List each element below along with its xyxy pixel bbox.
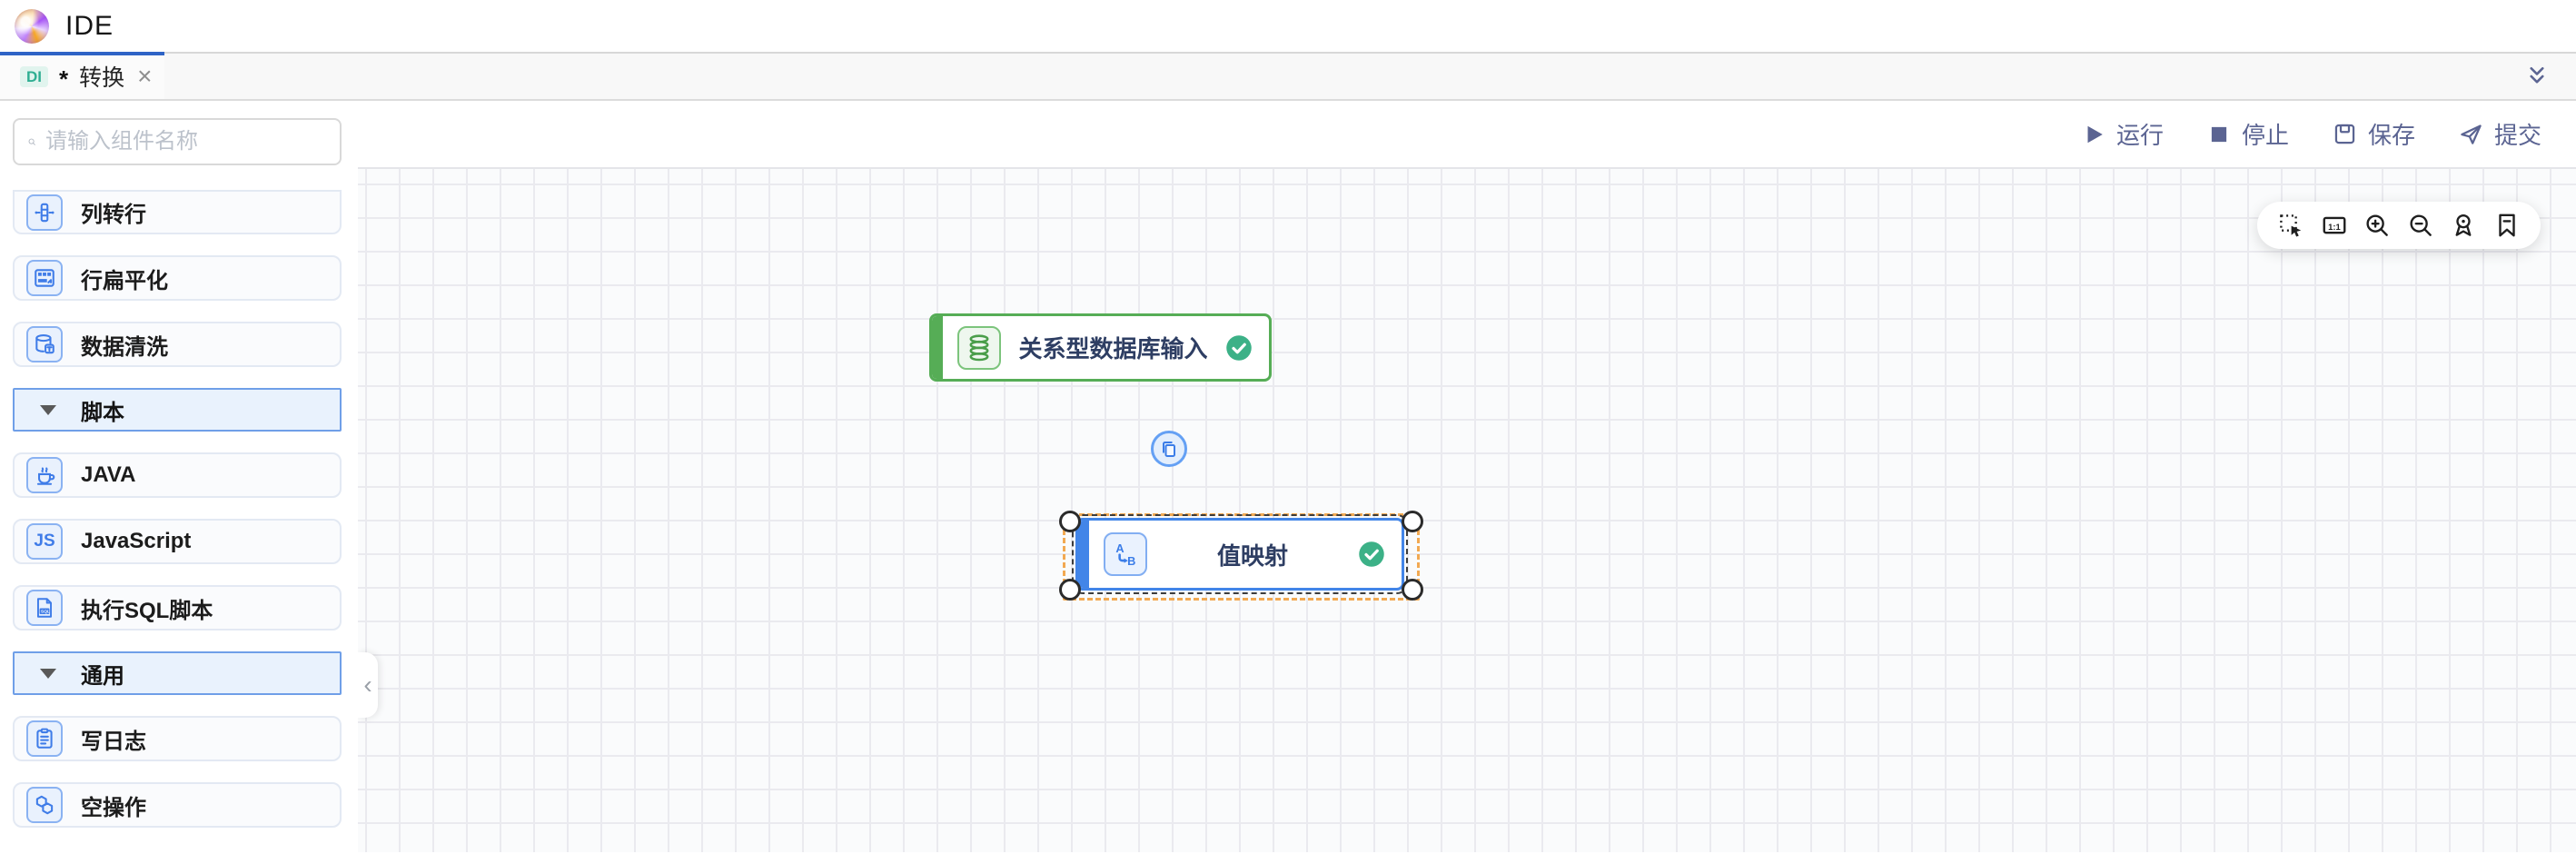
chevron-left-icon: ‹ — [363, 670, 372, 700]
component-group-general[interactable]: 通用 — [13, 651, 342, 695]
success-check-icon — [1358, 541, 1385, 568]
app-header: IDE — [0, 0, 2576, 52]
search-icon — [27, 130, 36, 154]
sidebar-collapse-handle[interactable]: ‹ — [358, 652, 378, 718]
save-icon — [2333, 122, 2357, 146]
component-item[interactable]: 空操作 — [13, 782, 342, 828]
component-group-label: 脚本 — [81, 394, 124, 426]
canvas-toolbar: 1:1 — [2257, 202, 2541, 249]
double-chevron-down-icon[interactable] — [2523, 63, 2551, 90]
component-sidebar: 列转行 行扁平化 — [0, 101, 358, 852]
component-item-label: 空操作 — [81, 789, 146, 821]
resize-handle-top-right[interactable] — [1402, 511, 1423, 532]
resize-handle-bottom-right[interactable] — [1402, 579, 1423, 601]
svg-text:A: A — [1115, 541, 1124, 555]
component-item[interactable]: 列转行 — [13, 190, 342, 234]
resize-handle-bottom-left[interactable] — [1059, 579, 1081, 601]
column-to-row-icon — [26, 194, 63, 231]
tab-type-badge: DI — [20, 66, 48, 87]
database-icon — [957, 326, 1001, 370]
action-toolbar: 运行 停止 保存 提交 — [358, 101, 2576, 169]
active-tab-indicator — [0, 52, 164, 55]
caret-down-icon — [40, 669, 56, 679]
component-group-script[interactable]: 脚本 — [13, 388, 342, 432]
stop-button[interactable]: 停止 — [2207, 117, 2289, 151]
editor-column: 运行 停止 保存 提交 — [358, 101, 2576, 852]
js-icon: JS — [26, 523, 63, 560]
resize-handle-top-left[interactable] — [1059, 511, 1081, 532]
svg-text:B: B — [1127, 554, 1135, 568]
noop-icon — [26, 787, 63, 823]
tab-transform[interactable]: DI * 转换 × — [0, 54, 164, 99]
node-value-mapping[interactable]: A B 值映射 — [1075, 518, 1404, 591]
component-item[interactable]: 数据清洗 — [13, 322, 342, 367]
component-item-label: JavaScript — [81, 529, 191, 554]
marquee-select-icon[interactable] — [2277, 212, 2304, 239]
component-item[interactable]: JS JavaScript — [13, 519, 342, 564]
node-label: 值映射 — [1147, 538, 1358, 571]
node-label: 关系型数据库输入 — [1001, 331, 1225, 364]
java-icon — [26, 457, 63, 493]
component-list: 列转行 行扁平化 — [0, 190, 358, 828]
zoom-in-icon[interactable] — [2363, 212, 2391, 239]
component-item[interactable]: 写日志 — [13, 716, 342, 761]
component-item-label: 写日志 — [81, 723, 146, 755]
component-item[interactable]: 行扁平化 — [13, 255, 342, 301]
zoom-out-icon[interactable] — [2407, 212, 2434, 239]
value-map-icon: A B — [1104, 532, 1147, 576]
component-item-label: 数据清洗 — [81, 329, 168, 361]
flow-canvas[interactable]: ‹ 1:1 — [358, 169, 2576, 852]
tab-bar: DI * 转换 × — [0, 52, 2576, 101]
data-clean-icon — [26, 326, 63, 362]
component-search[interactable] — [13, 118, 342, 165]
svg-text:SQL: SQL — [41, 610, 50, 615]
success-check-icon — [1225, 334, 1253, 362]
one-to-one-icon[interactable]: 1:1 — [2321, 212, 2348, 239]
tab-close-icon[interactable]: × — [137, 64, 152, 89]
run-button[interactable]: 运行 — [2082, 117, 2164, 151]
svg-text:1:1: 1:1 — [2328, 223, 2341, 232]
row-flatten-icon — [26, 260, 63, 296]
caret-down-icon — [40, 405, 56, 415]
submit-button[interactable]: 提交 — [2459, 117, 2541, 151]
copy-icon[interactable] — [1151, 431, 1187, 467]
edge-db-to-valuemap — [358, 169, 630, 305]
component-item-label: 行扁平化 — [81, 263, 168, 294]
component-item-label: JAVA — [81, 462, 135, 488]
node-accent-bar — [932, 316, 943, 379]
main-area: 列转行 行扁平化 — [0, 101, 2576, 852]
paper-plane-icon — [2459, 122, 2483, 146]
node-accent-bar — [1078, 521, 1089, 588]
component-item-label: 列转行 — [81, 196, 146, 228]
unsaved-marker: * — [59, 67, 68, 91]
component-group-label: 通用 — [81, 658, 124, 690]
save-button[interactable]: 保存 — [2333, 117, 2415, 151]
stop-icon — [2207, 123, 2231, 146]
node-relational-db-input[interactable]: 关系型数据库输入 — [929, 313, 1272, 382]
component-item[interactable]: JAVA — [13, 452, 342, 498]
write-log-icon — [26, 720, 63, 757]
app-logo — [15, 9, 49, 44]
component-item-label: 执行SQL脚本 — [81, 592, 213, 624]
app-title: IDE — [65, 11, 114, 42]
locate-icon[interactable] — [2450, 212, 2477, 239]
tab-label: 转换 — [79, 60, 124, 93]
play-icon — [2082, 123, 2105, 146]
sql-file-icon: SQL — [26, 590, 63, 626]
search-input[interactable] — [45, 129, 327, 154]
bookmark-icon[interactable] — [2493, 212, 2521, 239]
component-item[interactable]: SQL 执行SQL脚本 — [13, 585, 342, 631]
